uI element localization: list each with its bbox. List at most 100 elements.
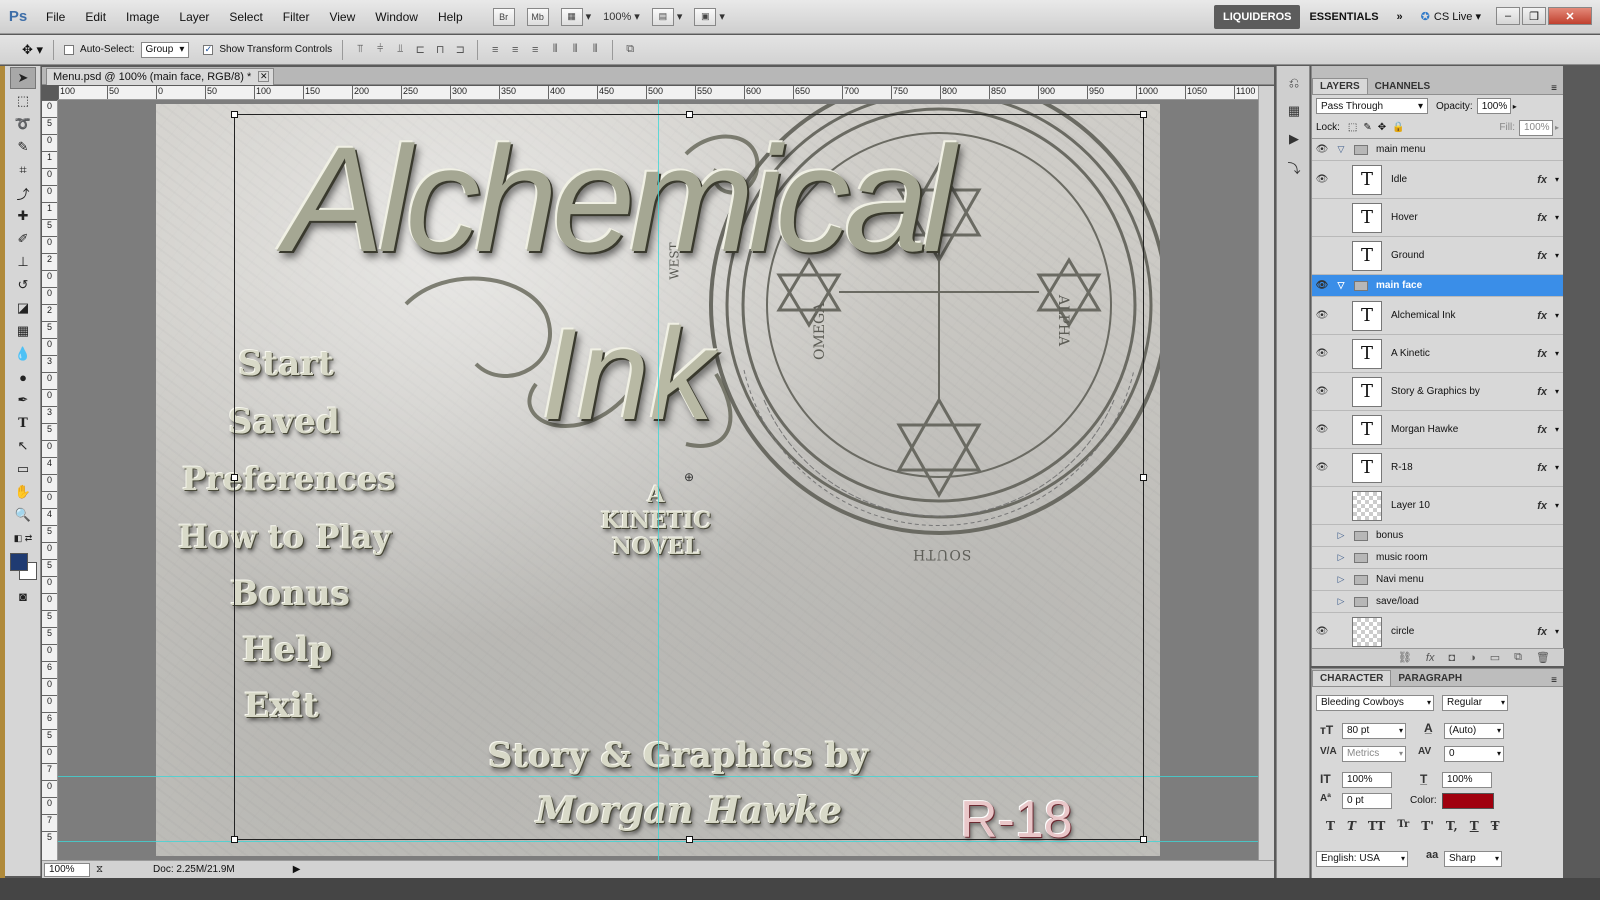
foreground-color-swatch[interactable] xyxy=(10,553,28,571)
color-swatches[interactable] xyxy=(5,550,40,584)
visibility-eye-icon[interactable]: 👁 xyxy=(1312,310,1332,321)
vertical-scale-field[interactable]: 100% xyxy=(1342,772,1392,788)
visibility-eye-icon[interactable]: 👁 xyxy=(1312,626,1332,637)
opacity-arrow-icon[interactable]: ▸ xyxy=(1513,102,1517,111)
distribute-top-icon[interactable]: ≡ xyxy=(488,43,502,57)
blend-mode-dropdown[interactable]: Pass Through ▾ xyxy=(1316,98,1428,114)
history-panel-icon[interactable]: ⎌ xyxy=(1282,72,1306,94)
delete-layer-icon[interactable]: 🗑 xyxy=(1536,651,1550,664)
minibridge-button[interactable]: Mb xyxy=(521,6,555,28)
layer-effects-icon[interactable]: fx xyxy=(1537,212,1547,224)
default-colors-icon[interactable]: ◧ ⇄ xyxy=(10,527,36,549)
crop-tool-icon[interactable]: ⌗ xyxy=(10,159,36,181)
effects-expand-icon[interactable]: ▾ xyxy=(1555,349,1559,358)
blur-tool-icon[interactable]: 💧 xyxy=(10,343,36,365)
antialias-dropdown[interactable]: Sharp ▾ xyxy=(1444,851,1502,867)
document-tab[interactable]: Menu.psd @ 100% (main face, RGB/8) * ✕ xyxy=(46,68,275,85)
add-style-icon[interactable]: fx xyxy=(1426,652,1435,664)
transform-center-icon[interactable]: ⊕ xyxy=(684,470,694,484)
align-hcenter-icon[interactable]: ⊓ xyxy=(433,43,447,57)
lasso-tool-icon[interactable]: ➰ xyxy=(10,113,36,135)
transform-handle[interactable] xyxy=(231,836,238,843)
layer-row[interactable]: 👁 T Story & Graphics by fx ▾ xyxy=(1312,373,1563,411)
visibility-eye-icon[interactable]: 👁 xyxy=(1312,174,1332,185)
status-menu-arrow-icon[interactable]: ▶ xyxy=(293,864,301,875)
align-vcenter-icon[interactable]: ⫩ xyxy=(373,43,387,57)
tab-channels[interactable]: CHANNELS xyxy=(1368,79,1438,94)
language-dropdown[interactable]: English: USA ▾ xyxy=(1316,851,1408,867)
align-left-icon[interactable]: ⊏ xyxy=(413,43,427,57)
visibility-eye-icon[interactable]: 👁 xyxy=(1312,386,1332,397)
expand-triangle-closed-icon[interactable]: ▷ xyxy=(1332,596,1350,607)
effects-expand-icon[interactable]: ▾ xyxy=(1555,251,1559,260)
transform-handle[interactable] xyxy=(686,836,693,843)
workspace-liquideros[interactable]: LIQUIDEROS xyxy=(1214,4,1301,29)
layer-row[interactable]: Layer 10 fx ▾ xyxy=(1312,487,1563,525)
faux-bold-button[interactable]: T xyxy=(1326,819,1335,833)
add-mask-icon[interactable]: ◘ xyxy=(1448,652,1455,664)
tab-layers[interactable]: LAYERS xyxy=(1312,78,1368,94)
zoom-field[interactable]: 100% xyxy=(44,862,90,877)
menu-filter[interactable]: Filter xyxy=(273,0,320,34)
effects-expand-icon[interactable]: ▾ xyxy=(1555,387,1559,396)
auto-align-icon[interactable]: ⧉ xyxy=(623,43,637,57)
underline-button[interactable]: T xyxy=(1470,819,1479,833)
expand-triangle-closed-icon[interactable]: ▷ xyxy=(1332,552,1350,563)
minimize-button[interactable]: – xyxy=(1496,7,1520,25)
document-workspace[interactable]: OMEGA ALPHA SOUTH WEST Alchemical Ink St… xyxy=(58,100,1258,860)
brush-tool-icon[interactable]: ✐ xyxy=(10,228,36,250)
tab-character[interactable]: CHARACTER xyxy=(1312,670,1392,686)
fill-arrow-icon[interactable]: ▸ xyxy=(1555,123,1559,132)
distribute-left-icon[interactable]: ⦀ xyxy=(548,43,562,57)
close-button[interactable]: ✕ xyxy=(1548,7,1592,25)
dodge-tool-icon[interactable]: ● xyxy=(10,366,36,388)
expand-triangle-open-icon[interactable]: ▽ xyxy=(1332,280,1350,291)
layer-group-row[interactable]: ▷ Navi menu xyxy=(1312,569,1563,591)
menu-select[interactable]: Select xyxy=(219,0,272,34)
screen-mode-dropdown[interactable]: ▣ ▾ xyxy=(688,6,731,28)
expand-triangle-closed-icon[interactable]: ▷ xyxy=(1332,530,1350,541)
fill-field[interactable]: 100% xyxy=(1518,119,1553,136)
strikethrough-button[interactable]: Ŧ xyxy=(1491,819,1500,833)
faux-italic-button[interactable]: T xyxy=(1347,819,1356,833)
extras-dropdown[interactable]: ▦ ▾ xyxy=(555,6,598,28)
effects-expand-icon[interactable]: ▾ xyxy=(1555,501,1559,510)
lock-all-icon[interactable]: 🔒 xyxy=(1392,122,1404,133)
align-right-icon[interactable]: ⊐ xyxy=(453,43,467,57)
font-style-dropdown[interactable]: Regular ▾ xyxy=(1442,695,1508,711)
zoom-dropdown[interactable]: 100% ▾ xyxy=(597,6,646,28)
bridge-button[interactable]: Br xyxy=(487,6,521,28)
align-bottom-icon[interactable]: ⫫ xyxy=(393,43,407,57)
close-tab-icon[interactable]: ✕ xyxy=(258,71,270,82)
layer-row[interactable]: 👁 circle fx ▾ xyxy=(1312,613,1563,651)
tracking-field[interactable]: 0 ▾ xyxy=(1444,746,1504,762)
transform-handle[interactable] xyxy=(686,111,693,118)
distribute-vcenter-icon[interactable]: ≡ xyxy=(508,43,522,57)
healing-brush-tool-icon[interactable]: ✚ xyxy=(10,205,36,227)
small-caps-button[interactable]: Tr xyxy=(1397,819,1409,833)
effects-expand-icon[interactable]: ▾ xyxy=(1555,463,1559,472)
menu-help[interactable]: Help xyxy=(428,0,473,34)
transform-handle[interactable] xyxy=(1140,836,1147,843)
font-family-dropdown[interactable]: Bleeding Cowboys ▾ xyxy=(1316,695,1434,711)
eyedropper-tool-icon[interactable]: ⤴ xyxy=(10,182,36,204)
visibility-eye-icon[interactable]: 👁 xyxy=(1312,144,1332,155)
subscript-button[interactable]: T, xyxy=(1446,819,1458,833)
type-tool-icon[interactable]: T xyxy=(10,412,36,434)
lock-position-icon[interactable]: ✥ xyxy=(1378,122,1386,133)
layer-row[interactable]: 👁 T Idle fx ▾ xyxy=(1312,161,1563,199)
effects-expand-icon[interactable]: ▾ xyxy=(1555,175,1559,184)
layer-effects-icon[interactable]: fx xyxy=(1537,626,1547,638)
distribute-hcenter-icon[interactable]: ⦀ xyxy=(568,43,582,57)
layer-effects-icon[interactable]: fx xyxy=(1537,250,1547,262)
gradient-tool-icon[interactable]: ▦ xyxy=(10,320,36,342)
move-tool-preset-icon[interactable]: ✥ ▾ xyxy=(22,42,43,58)
effects-expand-icon[interactable]: ▾ xyxy=(1555,311,1559,320)
layer-effects-icon[interactable]: fx xyxy=(1537,174,1547,186)
superscript-button[interactable]: T' xyxy=(1421,819,1434,833)
auto-select-checkbox[interactable] xyxy=(64,44,75,55)
menu-layer[interactable]: Layer xyxy=(169,0,219,34)
vertical-ruler[interactable]: 0 5 0 1 0 0 1 5 0 2 0 0 2 5 0 3 0 0 3 5 0 4 0 0 4 5 0 5 0 0 5 5 0 6 0 0 6 5 0 7… xyxy=(42,100,58,860)
layer-row[interactable]: 👁 T Morgan Hawke fx ▾ xyxy=(1312,411,1563,449)
tab-paragraph[interactable]: PARAGRAPH xyxy=(1391,671,1469,686)
